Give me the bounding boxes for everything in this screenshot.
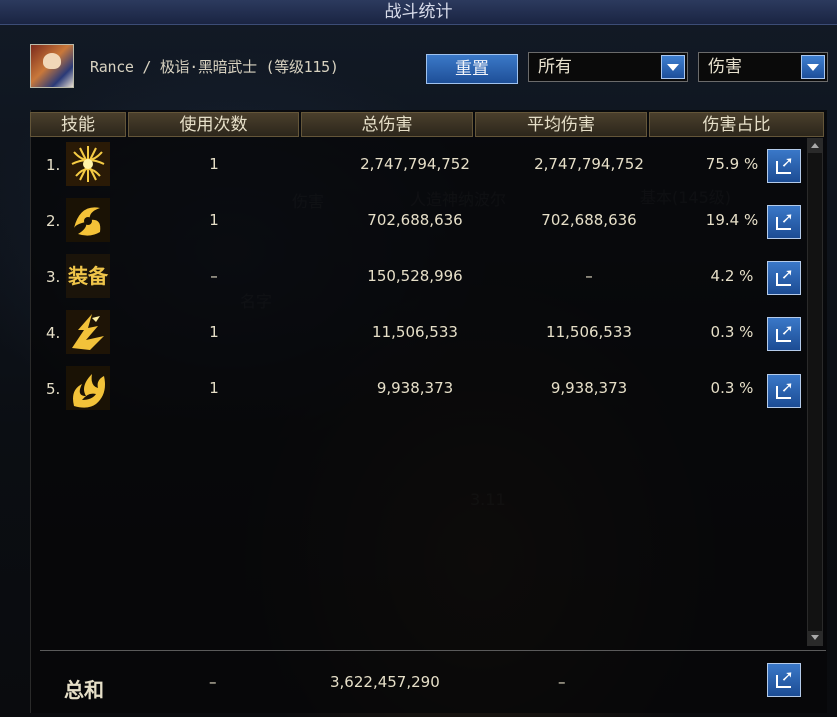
chevron-down-icon[interactable] [801,55,825,79]
total-damage-cell: 150,528,996 [367,267,463,285]
uses-cell: 1 [209,323,219,341]
damage-share-cell: 19.4 % [705,211,759,229]
average-damage-cell: 702,688,636 [541,211,637,229]
window-title-bar[interactable]: 战斗统计 [0,0,837,25]
total-damage-cell: 11,506,533 [372,323,458,341]
share-total-button[interactable] [767,663,801,697]
average-damage-cell: 2,747,794,752 [534,155,644,173]
table-row: 5. 1 9,938,373 9,938,373 0.3 % [30,362,770,418]
table-row: 3. 装备 – 150,528,996 – 4.2 % [30,250,770,306]
column-header-damage-share[interactable]: 伤害占比 [649,112,824,137]
row-index: 5. [46,380,61,398]
scroll-down-icon[interactable] [808,631,822,645]
uses-cell: – [210,267,218,285]
table-header: 技能 使用次数 总伤害 平均伤害 伤害占比 [30,112,826,137]
character-avatar [30,44,74,88]
column-header-uses[interactable]: 使用次数 [128,112,299,137]
metric-select[interactable]: 伤害 [698,52,828,82]
total-label: 总和 [64,678,104,702]
footer-divider [40,650,826,651]
skill-icon-dragon [66,310,110,354]
average-damage-cell: 11,506,533 [546,323,632,341]
column-header-average-damage[interactable]: 平均伤害 [475,112,647,137]
total-damage-cell: 2,747,794,752 [360,155,470,173]
total-average-cell: – [558,673,566,691]
uses-cell: 1 [209,379,219,397]
equipment-text-icon: 装备 [66,254,110,298]
column-header-skill[interactable]: 技能 [30,112,126,137]
damage-share-cell: 0.3 % [710,323,754,341]
column-header-total-damage[interactable]: 总伤害 [301,112,473,137]
row-index: 2. [46,212,61,230]
share-button[interactable] [767,261,801,295]
total-damage-cell: 9,938,373 [376,379,454,397]
chevron-down-icon[interactable] [661,55,685,79]
total-damage-cell: 702,688,636 [367,211,463,229]
share-button[interactable] [767,205,801,239]
stats-header: Rance / 极诣·黑暗武士 (等级115) 重置 所有 伤害 [30,40,830,100]
average-damage-cell: – [585,267,593,285]
share-button[interactable] [767,317,801,351]
row-index: 1. [46,156,61,174]
skill-icon-flame [66,366,110,410]
damage-share-cell: 4.2 % [710,267,754,285]
window-title: 战斗统计 [384,2,453,22]
damage-share-cell: 75.9 % [705,155,759,173]
row-index: 3. [46,268,61,286]
filter-select[interactable]: 所有 [528,52,688,82]
row-index: 4. [46,324,61,342]
uses-cell: 1 [209,155,219,173]
damage-share-cell: 0.3 % [710,379,754,397]
metric-select-value: 伤害 [708,57,742,77]
total-uses-cell: – [209,673,217,691]
share-button[interactable] [767,374,801,408]
table-scrollbar[interactable] [807,138,823,646]
table-row: 4. 1 11,506,533 11,506,533 0.3 % [30,306,770,362]
scroll-up-icon[interactable] [808,139,822,153]
share-button[interactable] [767,149,801,183]
average-damage-cell: 9,938,373 [550,379,628,397]
character-name: Rance / 极诣·黑暗武士 (等级115) [90,58,339,76]
grand-total-damage: 3,622,457,290 [330,673,440,691]
table-row: 2. 1 702,688,636 702,688,636 19.4 % [30,194,770,250]
table-row: 1. 1 2,747,794,752 2,747,794,752 75.9 % [30,138,770,194]
filter-select-value: 所有 [538,57,572,77]
reset-button[interactable]: 重置 [426,54,518,84]
skill-icon-radiant [66,142,110,186]
skill-icon-vortex [66,198,110,242]
uses-cell: 1 [209,211,219,229]
